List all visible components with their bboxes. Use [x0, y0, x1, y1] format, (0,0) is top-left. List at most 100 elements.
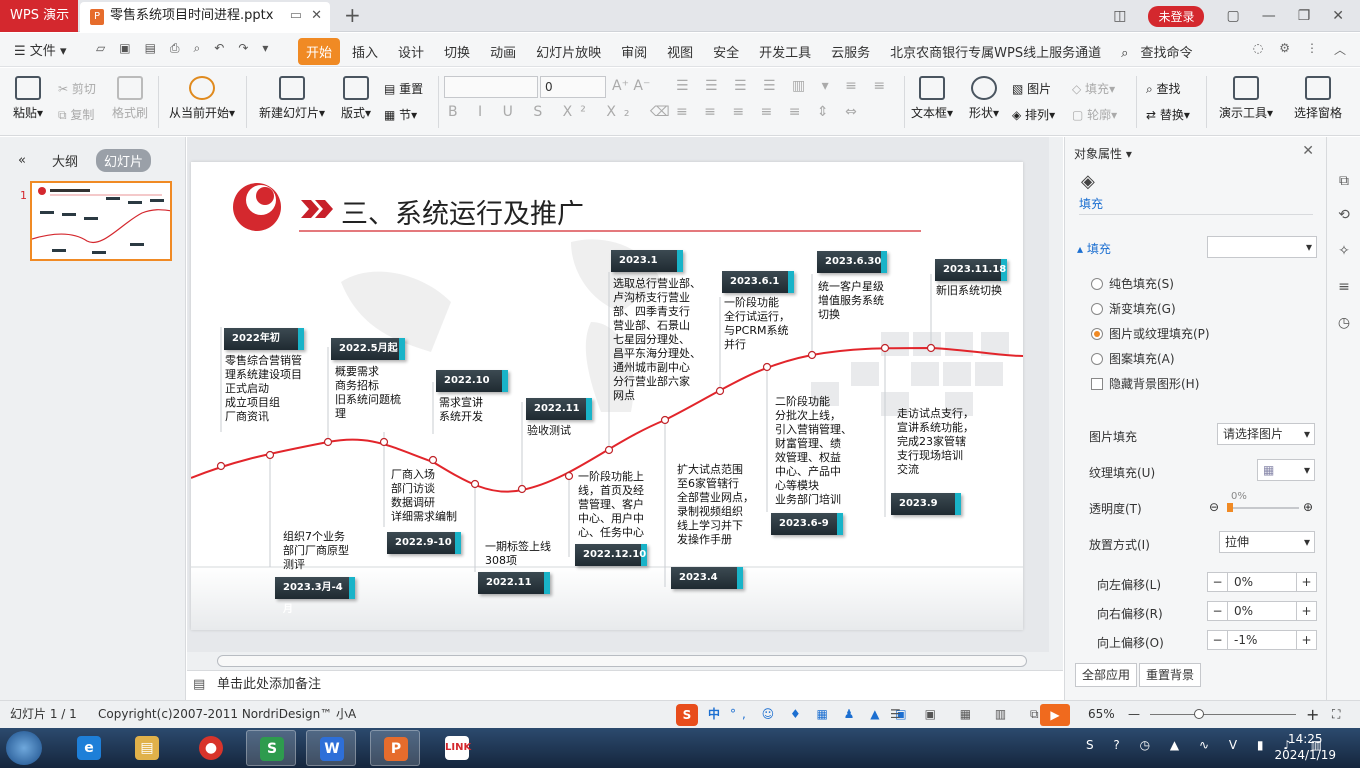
picture-fill-select[interactable]: 请选择图片 ▾ — [1217, 423, 1315, 445]
fill-button[interactable]: ◇ 填充▾ — [1072, 80, 1115, 97]
hide-background-checkbox[interactable]: 隐藏背景图形(H) — [1091, 375, 1199, 392]
taskbar-wps-writer[interactable]: W — [306, 730, 356, 766]
reset-background-button[interactable]: 重置背景 — [1139, 663, 1202, 687]
close-tab-icon[interactable]: ✕ — [311, 2, 322, 30]
font-grow-icons[interactable]: A⁺ A⁻ — [612, 78, 650, 94]
minimize-tab-icon[interactable]: ▭ — [290, 2, 302, 30]
taskbar-ie[interactable]: e — [64, 730, 114, 766]
more-menu-icon[interactable]: ⋮ — [1306, 41, 1318, 58]
new-slide-button[interactable]: 新建幻灯片▾ — [256, 76, 328, 121]
find-command[interactable]: ⌕ 查找命令 — [1113, 38, 1208, 65]
menu-tab-insert[interactable]: 插入 — [344, 38, 386, 65]
gradient-fill-option[interactable]: 渐变填充(G) — [1091, 300, 1176, 317]
app-tab[interactable]: WPS 演示 — [0, 0, 78, 32]
properties-icon[interactable]: ≡ — [1335, 279, 1353, 297]
layout-icon[interactable]: ◫ — [1113, 8, 1126, 24]
fill-color-dropdown[interactable]: ▾ — [1207, 236, 1317, 258]
start-button[interactable] — [6, 731, 42, 765]
more-icon[interactable]: ▾ — [262, 41, 268, 56]
ime-toolbar-icons[interactable]: °, ☺ ♦ ▦ ♟ ▲ ▣ — [730, 701, 913, 728]
taskbar-link-app[interactable]: LINK — [432, 730, 482, 766]
login-button[interactable]: 未登录 — [1148, 5, 1205, 27]
open-icon[interactable]: ▱ — [96, 41, 105, 56]
fit-window-icon[interactable]: ⛶ — [1332, 701, 1340, 728]
zoom-thumb[interactable] — [1194, 709, 1204, 719]
format-painter-button[interactable]: 格式刷 — [108, 76, 152, 121]
cut-button[interactable]: ✂ 剪切 — [58, 80, 96, 97]
file-menu[interactable]: ☰ 文件 ▾ — [14, 40, 66, 59]
font-name-field[interactable] — [444, 76, 538, 98]
comment-icon[interactable]: ◌ — [1253, 41, 1263, 58]
minimize-icon[interactable]: — — [1262, 8, 1276, 24]
magic-icon[interactable]: ✧ — [1335, 243, 1353, 261]
present-tools-button[interactable]: 演示工具▾ — [1214, 76, 1278, 121]
pattern-fill-option[interactable]: 图案填充(A) — [1091, 350, 1175, 367]
taskbar-wps-presentation[interactable]: P — [370, 730, 420, 766]
apply-all-button[interactable]: 全部应用 — [1075, 663, 1138, 687]
paste-button[interactable]: 粘贴▾ — [10, 76, 46, 121]
tab-fill[interactable]: 填充 — [1079, 195, 1103, 212]
play-from-current-button[interactable]: 从当前开始▾ — [166, 76, 238, 121]
menu-tab-review[interactable]: 审阅 — [613, 38, 655, 65]
copy-button[interactable]: ⧉ 复制 — [58, 106, 94, 123]
scroll-thumb[interactable] — [217, 655, 1027, 667]
layout-button[interactable]: 版式▾ — [338, 76, 374, 121]
reset-button[interactable]: ▤ 重置 — [384, 80, 423, 97]
offset-left-stepper[interactable]: −0% + — [1207, 572, 1317, 592]
picture-button[interactable]: ▧ 图片 — [1012, 80, 1051, 97]
share-icon[interactable]: ⟲ — [1335, 207, 1353, 225]
view-mode-icons[interactable]: ☰ ▣ ▦ ▥ ⧉ — [890, 701, 1049, 728]
preview-icon[interactable]: ⌕ — [194, 41, 201, 56]
texture-fill-select[interactable]: ▦ ▾ — [1257, 459, 1315, 481]
undo-icon[interactable]: ↶ — [214, 41, 224, 56]
replace-button[interactable]: ⇄ 替换▾ — [1146, 106, 1190, 123]
font-size-field[interactable]: 0 — [540, 76, 606, 98]
menu-tab-animation[interactable]: 动画 — [482, 38, 524, 65]
copy-format-icon[interactable]: ⧉ — [1335, 173, 1353, 191]
restore-icon[interactable]: ❐ — [1298, 8, 1311, 24]
tab-slides[interactable]: 幻灯片 — [95, 149, 151, 172]
find-button[interactable]: ⌕ 查找 — [1146, 80, 1181, 97]
menu-tab-developer[interactable]: 开发工具 — [751, 38, 819, 65]
close-icon[interactable]: ✕ — [1332, 8, 1344, 24]
zoom-out-icon[interactable]: — — [1128, 701, 1140, 728]
offset-right-stepper[interactable]: −0% + — [1207, 601, 1317, 621]
horizontal-scrollbar[interactable] — [187, 652, 1049, 670]
placement-select[interactable]: 拉伸 ▾ — [1219, 531, 1315, 553]
fill-section-header[interactable]: ▴ 填充 — [1077, 240, 1111, 257]
shape-button[interactable]: 形状▾ — [964, 76, 1004, 121]
picture-fill-option[interactable]: 图片或纹理填充(P) — [1091, 325, 1210, 342]
skin-icon[interactable]: ▢ — [1226, 8, 1239, 24]
font-style-icons[interactable]: B I U S X² X₂ ⌫ — [448, 104, 678, 120]
menu-tab-bank-channel[interactable]: 北京农商银行专属WPS线上服务通道 — [882, 38, 1109, 65]
pane-title[interactable]: 对象属性 ▾ — [1074, 145, 1132, 162]
slide[interactable]: 三、系统运行及推广 2022年初 零售综合营销管 理系统建设项目 正式启动 成立… — [191, 162, 1023, 630]
menu-tab-security[interactable]: 安全 — [705, 38, 747, 65]
select-pane-button[interactable]: 选择窗格 — [1290, 76, 1346, 121]
solid-fill-option[interactable]: 纯色填充(S) — [1091, 275, 1174, 292]
collapse-pane-icon[interactable]: « — [10, 151, 34, 170]
taskbar-wps-sheets[interactable]: S — [246, 730, 296, 766]
tab-outline[interactable]: 大纲 — [44, 149, 86, 172]
menu-tab-slideshow[interactable]: 幻灯片放映 — [528, 38, 609, 65]
ime-mode[interactable]: 中 — [708, 701, 720, 728]
textbox-button[interactable]: 文本框▾ — [910, 76, 954, 121]
offset-up-stepper[interactable]: − -1% + — [1207, 630, 1317, 650]
vertical-scrollbar[interactable] — [1049, 137, 1063, 670]
paragraph-icons[interactable]: ☰ ☰ ☰ ☰ ▥ ▾ ≡ ≡ — [676, 78, 891, 94]
notes-area[interactable]: ▤ 单击此处添加备注 — [187, 670, 1063, 700]
menu-tab-home[interactable]: 开始 — [298, 38, 341, 65]
zoom-level[interactable]: 65% — [1088, 701, 1115, 728]
section-button[interactable]: ▦ 节▾ — [384, 106, 417, 123]
slide-thumbnail[interactable] — [30, 181, 172, 261]
menu-tab-view[interactable]: 视图 — [659, 38, 701, 65]
system-clock[interactable]: 14:25 2024/1/19 — [1274, 731, 1336, 763]
play-slideshow-button[interactable]: ▶ — [1040, 704, 1070, 726]
new-tab-button[interactable]: + — [344, 2, 364, 30]
zoom-in-icon[interactable]: + — [1306, 701, 1319, 728]
redo-icon[interactable]: ↷ — [238, 41, 248, 56]
align-icons[interactable]: ≡ ≡ ≡ ≡ ≡ ⇕ ⇔ — [676, 104, 863, 120]
collapse-ribbon-icon[interactable]: ︿ — [1334, 41, 1346, 58]
history-icon[interactable]: ◷ — [1335, 315, 1353, 333]
arrange-button[interactable]: ◈ 排列▾ — [1012, 106, 1055, 123]
